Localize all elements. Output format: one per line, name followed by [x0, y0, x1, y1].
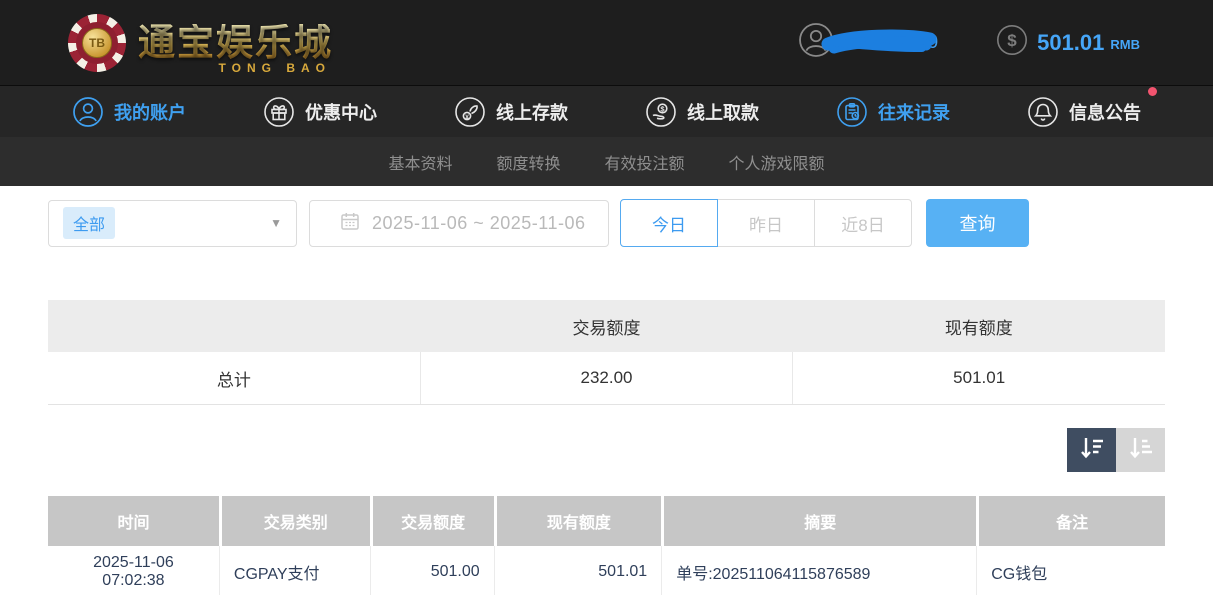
- col-header-current-balance: 现有额度: [494, 496, 662, 546]
- nav-item-withdraw[interactable]: $ 线上取款: [645, 96, 759, 128]
- svg-text:¥: ¥: [465, 114, 469, 121]
- nav-label: 我的账户: [114, 99, 186, 125]
- user-circle-icon: [72, 96, 104, 128]
- cell-summary: 单号:202511064115876589: [661, 546, 976, 595]
- summary-transaction-amount-value: 232.00: [420, 352, 793, 404]
- records-table: 时间 交易类别 交易额度 现有额度 摘要 备注 2025-11-06 07:02…: [48, 496, 1165, 595]
- site-logo[interactable]: TB 通宝娱乐城 TONG BAO: [68, 14, 333, 72]
- dollar-circle-icon: $: [996, 24, 1028, 61]
- summary-table: 交易额度 现有额度 总计 232.00 501.01: [48, 300, 1165, 405]
- deposit-coin-icon: ¥: [454, 96, 486, 128]
- subnav-item-personal-game-limit[interactable]: 个人游戏限额: [729, 150, 825, 174]
- subnav-item-valid-bets[interactable]: 有效投注额: [605, 150, 685, 174]
- today-button[interactable]: 今日: [620, 199, 718, 247]
- table-row: 2025-11-06 07:02:38 CGPAY支付 501.00 501.0…: [48, 546, 1165, 595]
- logged-in-user[interactable]: 0: [798, 22, 939, 63]
- cell-time: 2025-11-06 07:02:38: [48, 546, 219, 595]
- filter-row: 全部 ▼ 2025-11-06 ~ 2025-11-06 今日 昨日 近8日 查…: [48, 199, 1165, 247]
- subnav-item-basic-info[interactable]: 基本资料: [388, 150, 452, 174]
- date-range-value: 2025-11-06 ~ 2025-11-06: [372, 213, 586, 234]
- sort-descending-button[interactable]: [1067, 428, 1116, 472]
- nav-label: 线上取款: [687, 99, 759, 125]
- col-header-time: 时间: [48, 496, 219, 546]
- chip-label: TB: [82, 28, 112, 58]
- balance-currency: RMB: [1110, 33, 1140, 52]
- sort-controls: [48, 428, 1165, 472]
- cell-remark: CG钱包: [976, 546, 1165, 595]
- sub-nav: 基本资料 额度转换 有效投注额 个人游戏限额: [0, 137, 1213, 186]
- cell-current-balance: 501.01: [494, 546, 662, 595]
- nav-item-deposit[interactable]: ¥ 线上存款: [454, 96, 568, 128]
- search-button[interactable]: 查询: [926, 199, 1029, 247]
- clipboard-clock-icon: [836, 96, 868, 128]
- summary-table-header: 交易额度 现有额度: [48, 300, 1165, 352]
- nav-label: 线上存款: [496, 99, 568, 125]
- calendar-icon: [340, 211, 360, 236]
- records-header-row: 时间 交易类别 交易额度 现有额度 摘要 备注: [48, 496, 1165, 546]
- sort-ascending-button[interactable]: [1116, 428, 1165, 472]
- col-header-transaction-type: 交易类别: [219, 496, 370, 546]
- summary-total-label: 总计: [48, 352, 420, 404]
- main-nav: 我的账户 优惠中心 ¥ 线上存款 $ 线上取款: [0, 85, 1213, 137]
- balance-display[interactable]: $ 501.01 RMB: [996, 24, 1140, 61]
- gift-icon: [263, 96, 295, 128]
- cell-transaction-amount: 501.00: [370, 546, 494, 595]
- date-range-picker[interactable]: 2025-11-06 ~ 2025-11-06: [309, 200, 609, 247]
- nav-label: 信息公告: [1069, 99, 1141, 125]
- col-header-summary: 摘要: [661, 496, 976, 546]
- sort-asc-icon: [1128, 436, 1154, 465]
- col-header-transaction-amount: 交易额度: [370, 496, 494, 546]
- nav-item-my-account[interactable]: 我的账户: [72, 96, 186, 128]
- summary-total-row: 总计 232.00 501.01: [48, 352, 1165, 405]
- subnav-item-quota-transfer[interactable]: 额度转换: [496, 150, 560, 174]
- dropdown-selected-tag: 全部: [63, 207, 115, 239]
- bell-icon: [1027, 96, 1059, 128]
- cell-transaction-type: CGPAY支付: [219, 546, 370, 595]
- balance-amount: 501.01: [1037, 30, 1104, 56]
- yesterday-button[interactable]: 昨日: [717, 199, 815, 247]
- nav-label: 往来记录: [878, 99, 950, 125]
- col-header-remark: 备注: [976, 496, 1165, 546]
- nav-item-transaction-records[interactable]: 往来记录: [836, 96, 950, 128]
- svg-text:$: $: [1007, 31, 1017, 50]
- nav-item-promotions[interactable]: 优惠中心: [263, 96, 377, 128]
- chevron-down-icon: ▼: [270, 216, 282, 230]
- withdraw-coin-icon: $: [645, 96, 677, 128]
- notification-dot: [1148, 87, 1157, 96]
- nav-label: 优惠中心: [305, 99, 377, 125]
- summary-header-empty: [48, 300, 420, 352]
- poker-chip-logo-icon: TB: [68, 14, 126, 72]
- site-header: TB 通宝娱乐城 TONG BAO 0: [0, 0, 1213, 85]
- sort-desc-icon: [1079, 436, 1105, 465]
- site-title: 通宝娱乐城: [138, 24, 333, 61]
- nav-item-announcements[interactable]: 信息公告: [1027, 96, 1141, 128]
- redacted-username-scribble: [820, 26, 940, 60]
- quick-date-button-group: 今日 昨日 近8日: [620, 199, 912, 247]
- last-8-days-button[interactable]: 近8日: [814, 199, 912, 247]
- site-subtitle: TONG BAO: [219, 62, 331, 74]
- summary-header-current-balance: 现有额度: [793, 300, 1165, 352]
- summary-header-transaction-amount: 交易额度: [420, 300, 792, 352]
- transaction-type-dropdown[interactable]: 全部 ▼: [48, 200, 297, 247]
- summary-current-balance-value: 501.01: [792, 352, 1165, 404]
